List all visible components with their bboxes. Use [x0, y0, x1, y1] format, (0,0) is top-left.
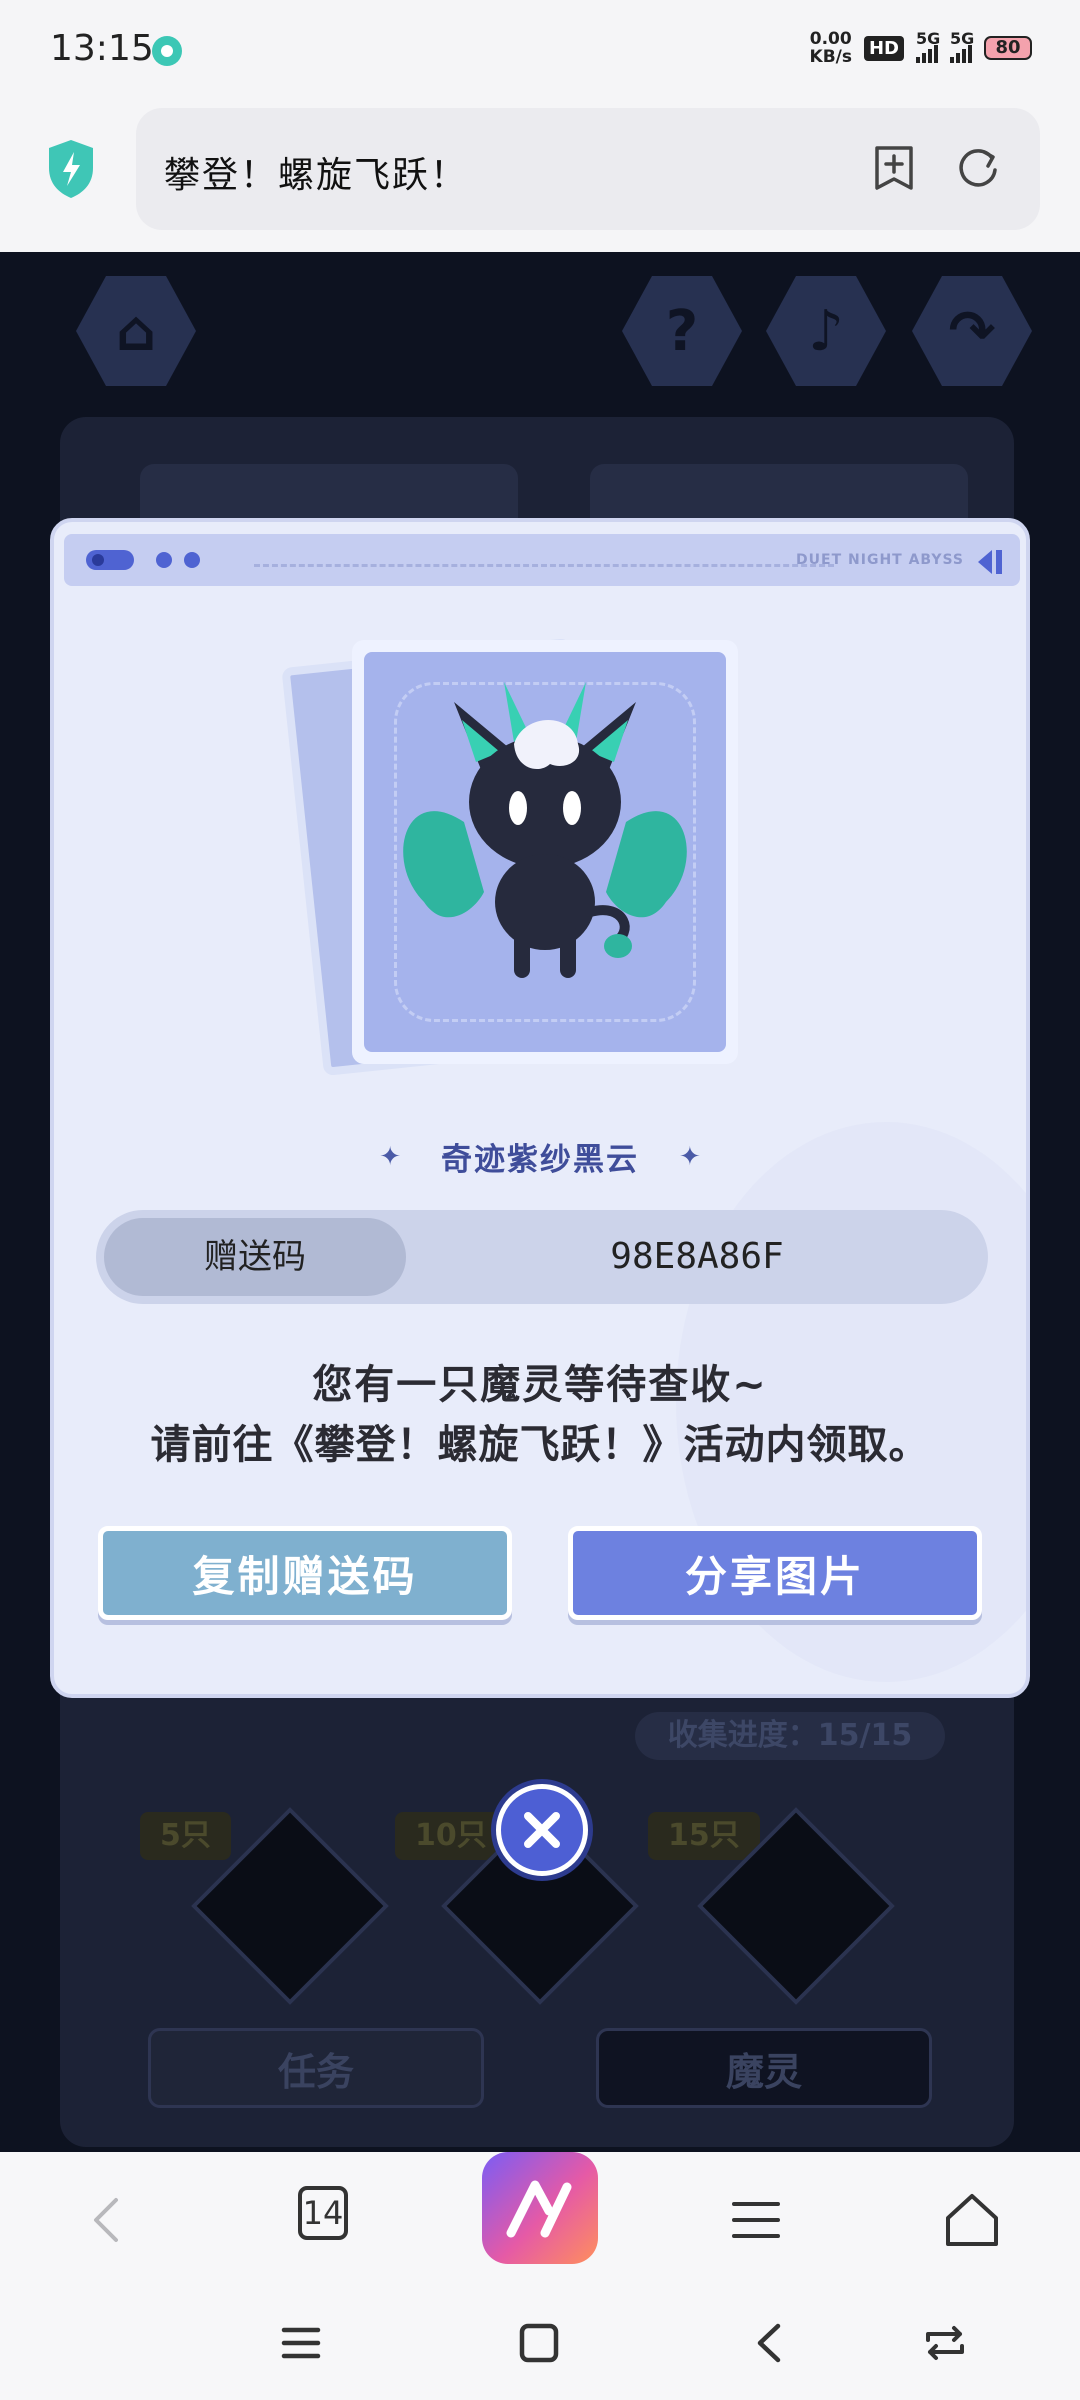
spirit-image — [364, 652, 726, 1052]
spirit-name-row: ✦ 奇迹紫纱黑云 ✦ — [54, 1134, 1026, 1179]
system-navigation-bar — [0, 2290, 1080, 2400]
sparkle-icon: ✦ — [379, 1141, 401, 1172]
network-speed-unit: KB/s — [809, 47, 852, 67]
milestone-tag: 10只 — [395, 1812, 507, 1860]
gift-code-field: 赠送码 98E8A86F — [96, 1210, 988, 1304]
signal-icon: 5G — [916, 29, 940, 63]
gift-code-dialog: DUET NIGHT ABYSS ✦ 奇迹紫纱黑云 ✦ 赠送码 98E8A86F… — [50, 518, 1030, 1698]
network-speed-value: 0.00 — [809, 29, 852, 49]
spirit-creature-illustration — [403, 682, 687, 978]
close-icon — [524, 1812, 560, 1848]
card-front — [352, 640, 738, 1064]
app-indicator-icon — [152, 36, 182, 66]
back-icon[interactable] — [76, 2188, 140, 2252]
header-pill-icon — [86, 550, 134, 570]
status-bar: 13:15 0.00 KB/s HD 5G 5G 80 — [0, 0, 1080, 100]
browser-address-bar: 攀登！螺旋飞跃！ — [0, 100, 1080, 252]
status-icons: 0.00 KB/s HD 5G 5G 80 — [810, 29, 1032, 66]
home-nav-icon[interactable] — [514, 2318, 564, 2368]
dialog-header: DUET NIGHT ABYSS — [64, 534, 1020, 586]
copy-gift-code-button[interactable]: 复制赠送码 — [98, 1526, 512, 1620]
back-nav-icon[interactable] — [746, 2318, 796, 2368]
add-bookmark-icon[interactable] — [872, 144, 916, 192]
header-arrow-icon — [978, 550, 1002, 574]
security-shield-icon[interactable] — [45, 138, 97, 200]
recent-apps-icon[interactable] — [276, 2318, 326, 2368]
tabs-button[interactable]: 14 — [298, 2186, 348, 2240]
share-image-button[interactable]: 分享图片 — [568, 1526, 982, 1620]
battery-icon: 80 — [984, 36, 1032, 60]
screen-rotate-icon[interactable] — [920, 2318, 970, 2368]
header-divider — [254, 564, 834, 567]
browser-toolbar: 14 — [0, 2152, 1080, 2290]
task-button[interactable]: 任务 — [148, 2028, 484, 2108]
url-field[interactable]: 攀登！螺旋飞跃！ — [136, 108, 1040, 230]
header-brand: DUET NIGHT ABYSS — [796, 552, 964, 568]
message-line-1: 您有一只魔灵等待查收~ — [312, 1362, 768, 1408]
home-icon[interactable] — [940, 2188, 1004, 2252]
home-icon[interactable]: ⌂ — [76, 276, 196, 386]
sparkle-icon: ✦ — [679, 1141, 701, 1172]
header-dot-icon — [156, 552, 172, 568]
music-icon[interactable]: ♪ — [766, 276, 886, 386]
menu-icon[interactable] — [724, 2188, 788, 2252]
gift-code-value: 98E8A86F — [610, 1236, 784, 1277]
spirit-card — [276, 632, 738, 1077]
help-icon[interactable]: ? — [622, 276, 742, 386]
spirit-name: 奇迹紫纱黑云 — [441, 1142, 639, 1178]
ai-logo-icon — [506, 2180, 572, 2238]
header-dot-icon — [184, 552, 200, 568]
share-icon[interactable]: ↷ — [912, 276, 1032, 386]
hd-badge: HD — [863, 35, 904, 61]
refresh-icon[interactable] — [954, 144, 1002, 192]
share-image-label: 分享图片 — [684, 1551, 865, 1601]
spirit-button-label: 魔灵 — [725, 2049, 802, 2094]
signal-icon: 5G — [950, 29, 974, 63]
page-title[interactable]: 攀登！螺旋飞跃！ — [164, 146, 468, 198]
copy-gift-code-label: 复制赠送码 — [192, 1551, 418, 1601]
message-line-2: 请前往《攀登！螺旋飞跃！》活动内领取。 — [150, 1422, 930, 1468]
spirit-button[interactable]: 魔灵 — [596, 2028, 932, 2108]
collection-progress: 收集进度：15/15 — [635, 1712, 945, 1760]
network-speed: 0.00 KB/s — [810, 30, 852, 66]
gift-code-label: 赠送码 — [104, 1218, 406, 1296]
task-button-label: 任务 — [277, 2049, 354, 2094]
signal-1-label: 5G — [916, 29, 941, 48]
status-time: 13:15 — [50, 28, 154, 69]
ai-assistant-button[interactable] — [482, 2152, 598, 2264]
milestone-tag: 5只 — [140, 1812, 231, 1860]
signal-2-label: 5G — [950, 29, 975, 48]
close-button[interactable] — [496, 1784, 588, 1876]
milestone-tag: 15只 — [648, 1812, 760, 1860]
